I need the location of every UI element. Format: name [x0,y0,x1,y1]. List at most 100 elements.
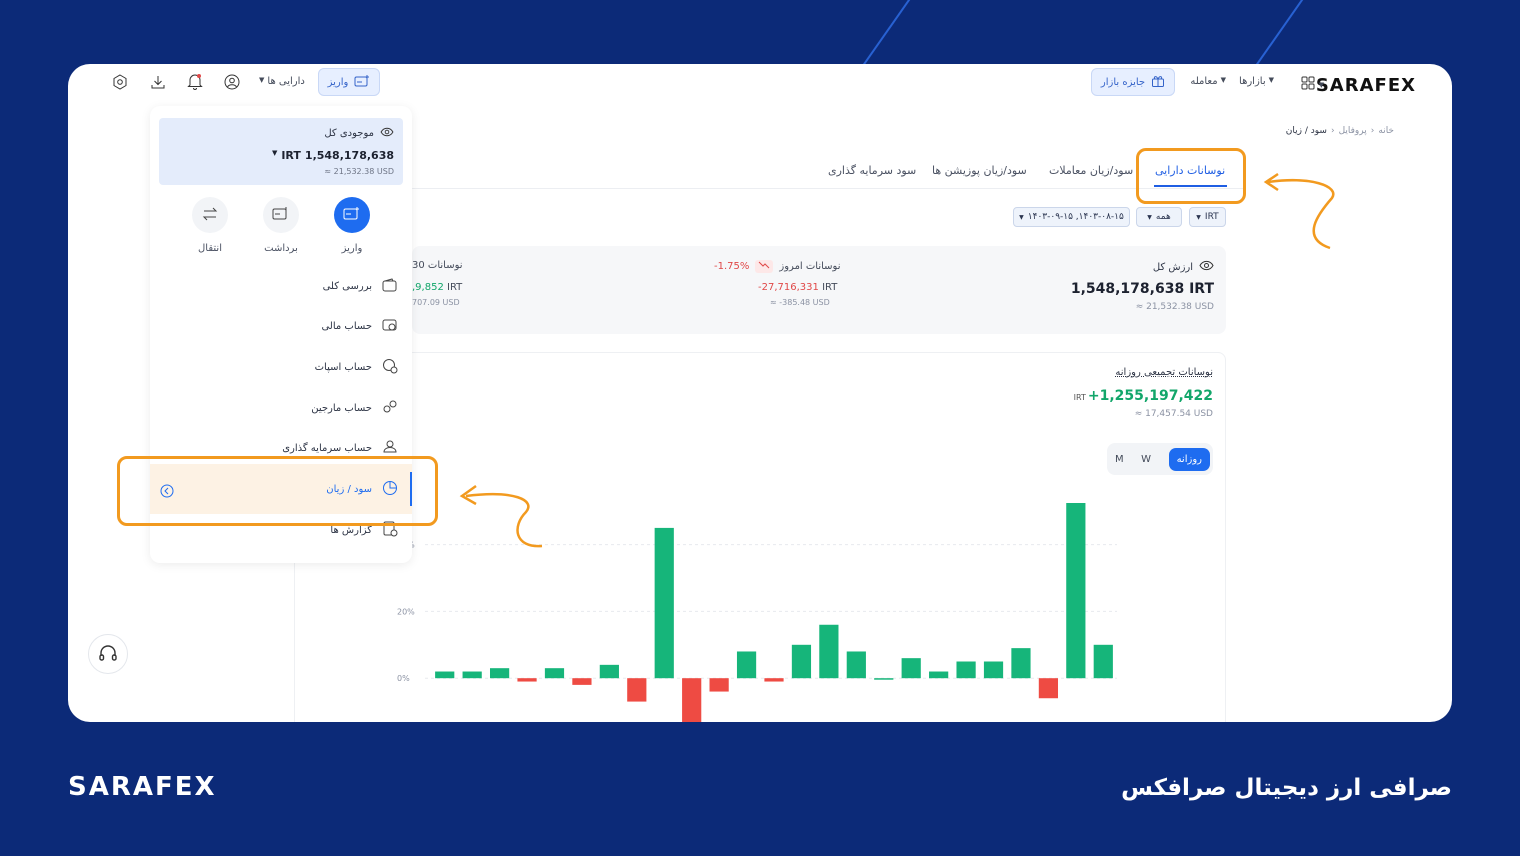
scope-filter[interactable]: ▼ همه [1136,207,1182,227]
period-toggle: M W روزانه [1107,443,1213,475]
profile-icon[interactable] [224,74,240,94]
assets-menu[interactable]: ▼ دارایی ها [259,76,305,87]
period-daily[interactable]: روزانه [1168,447,1210,471]
balance-value[interactable]: ▼ IRT 1,548,178,638 [272,149,394,162]
chart-bar[interactable] [791,644,812,679]
daily-usd: ≈ 17,457.54 USD [1134,409,1213,419]
daily-value: IRT +1,255,197,422 [1073,388,1213,404]
margin-account-icon [382,399,398,418]
bell-icon[interactable] [187,73,203,94]
total-value-label: ارزش کل [1153,260,1214,274]
chevron-down-icon: ▼ [1019,213,1024,221]
chart-bar[interactable] [764,678,784,682]
total-value: 1,548,178,638 IRT [1070,281,1214,297]
menu-highlight-box [117,456,438,526]
period-label: نوسانات 30 [412,260,463,271]
nav-trade[interactable]: معامله ▼ [1190,76,1226,87]
chart-bar[interactable] [736,651,757,679]
eye-icon[interactable] [380,127,394,140]
chart-bar[interactable] [462,671,482,679]
chart-bar[interactable] [544,668,565,679]
eye-icon[interactable] [1199,260,1214,274]
tab-trades-pnl[interactable]: سود/زیان معاملات [1049,164,1133,177]
y-tick-label: 20% [397,607,415,616]
summary-card: ارزش کل 1,548,178,638 IRT ≈ 21,532.38 US… [412,246,1226,334]
tabs-divider [412,188,1246,189]
logo[interactable]: SARAFEX [1316,75,1416,96]
date-range-filter[interactable]: ▼ ۱۴۰۳-۰۹-۱۵ ,۱۴۰۳-۰۸-۱۵ [1013,207,1130,227]
settings-icon[interactable] [112,74,128,94]
nav-grid[interactable]: ▼ [1301,76,1324,93]
transfer-icon [202,207,218,224]
apps-grid-icon [1301,76,1315,93]
breadcrumb-current: سود / زیان [1285,126,1327,136]
today-value: -27,716,331 IRT [758,282,838,293]
chart-bar[interactable] [846,651,866,679]
chart-bar[interactable] [654,527,674,679]
balance-label: موجودی کل [324,127,394,140]
footer-logo: SARAFEX [68,772,217,802]
arrow-annotation-tab [1263,172,1335,250]
deposit-icon [343,206,361,225]
chart-bar[interactable] [517,678,537,682]
breadcrumb-profile[interactable]: پروفایل [1339,126,1367,136]
chart-bar[interactable] [1093,644,1113,679]
arrow-annotation-menu [459,484,543,548]
chart-bar[interactable] [489,668,510,679]
investment-account-icon [382,439,398,458]
daily-label: نوسانات تجمیعی روزانه [1115,367,1213,378]
chart-bar[interactable] [572,678,592,685]
chart-bar[interactable] [682,678,702,722]
chart-bar[interactable] [599,664,619,679]
chart-bar[interactable] [819,624,839,679]
trend-down-icon [755,260,774,273]
tab-positions-pnl[interactable]: سود/زیان پوزیشن ها [932,164,1027,177]
chart-bar[interactable] [874,678,894,680]
market-reward-button[interactable]: جایزه بازار [1091,68,1175,96]
spot-account-icon [382,358,398,377]
footer-title: صرافی ارز دیجیتال صرافکس [1121,775,1452,801]
action-transfer[interactable]: انتقال [190,197,230,254]
finance-account-icon [382,318,398,335]
menu-spot-account[interactable]: حساب اسپات [164,355,398,379]
chevron-down-icon: ▼ [271,149,278,157]
action-withdraw[interactable]: برداشت [261,197,301,254]
y-tick-label: 0% [397,674,410,683]
period-week[interactable]: W [1141,454,1151,465]
balance-box: موجودی کل ▼ IRT 1,548,178,638 ≈ 21,532.3… [159,118,403,185]
daily-chart-card: نوسانات تجمیعی روزانه IRT +1,255,197,422… [294,352,1226,722]
chevron-down-icon: ▼ [1268,76,1274,84]
deposit-button[interactable]: واریز [318,68,380,96]
action-deposit[interactable]: واریز [332,197,372,254]
app-window: SARAFEX ▼ بازارها ▼ معامله ▼ جایزه بازار و… [68,64,1452,722]
today-usd: ≈ -385.48 USD [770,298,830,307]
chart-bar[interactable] [929,671,949,679]
period-month[interactable]: M [1115,454,1124,465]
chart-bar[interactable] [956,661,976,679]
chart-bar[interactable] [901,658,921,679]
chart-bar[interactable] [435,671,455,679]
menu-finance-account[interactable]: حساب مالی [164,314,398,338]
chart-bar[interactable] [983,661,1004,679]
chart-bar[interactable] [1011,648,1031,679]
nav-markets[interactable]: بازارها ▼ [1239,76,1274,87]
breadcrumb-home[interactable]: خانه [1378,126,1394,136]
chart-bar[interactable] [1066,503,1086,679]
gift-icon [1151,74,1165,91]
chevron-down-icon: ▼ [259,76,265,84]
currency-filter[interactable]: ▼ IRT [1189,207,1226,227]
chart-bar[interactable] [709,678,729,692]
balance-usd: ≈ 21,532.38 USD [324,167,394,176]
chart-bar[interactable] [627,678,647,702]
tab-investment-profit[interactable]: سود سرمایه گذاری [828,164,916,177]
deposit-icon [354,74,370,91]
withdraw-icon [272,206,290,225]
wallet-icon [382,277,398,295]
chart-bar[interactable] [1038,678,1059,699]
menu-margin-account[interactable]: حساب مارجین [164,396,398,420]
menu-overview[interactable]: بررسی کلی [164,274,398,298]
period-usd: 707.09 USD [412,298,460,307]
support-headset-icon[interactable] [88,634,128,674]
breadcrumb: خانه ‹ پروفایل ‹ سود / زیان [1285,126,1394,136]
download-icon[interactable] [150,74,166,94]
